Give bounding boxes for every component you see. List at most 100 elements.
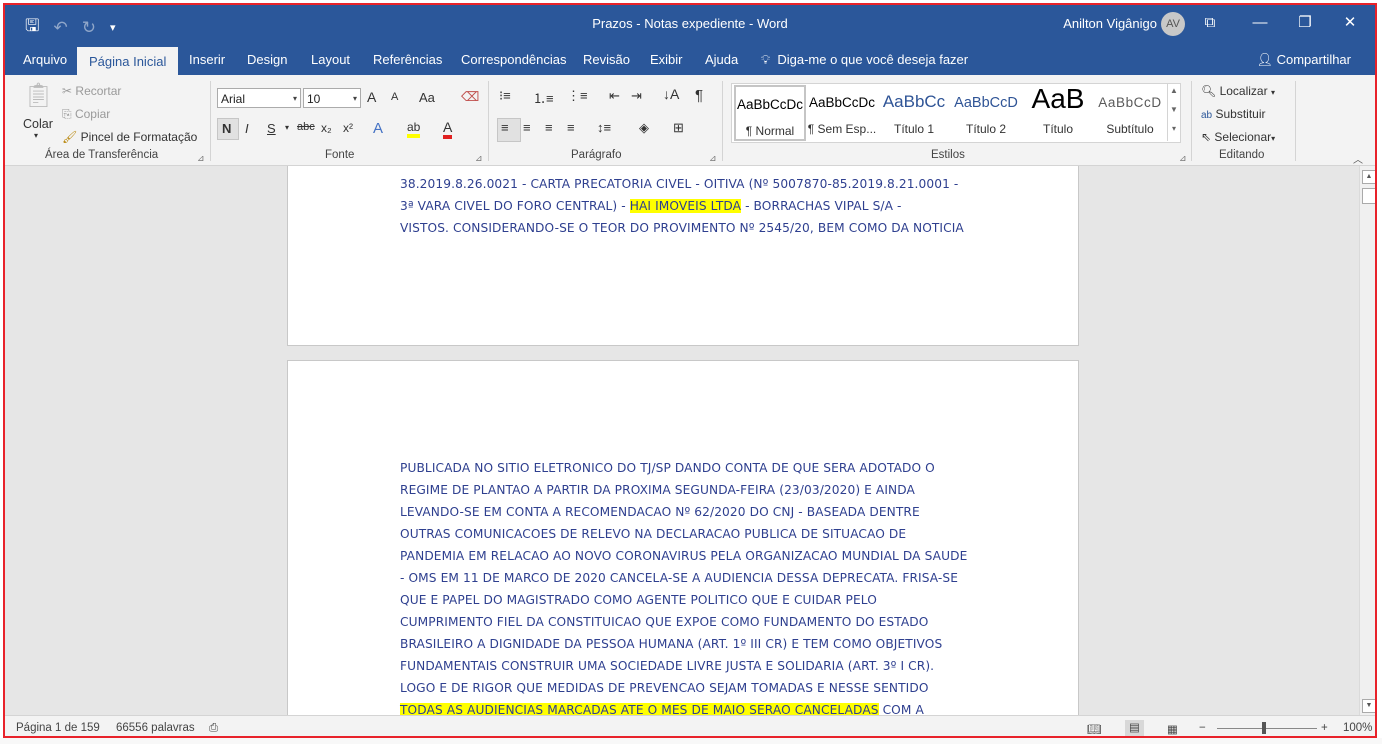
copy-button[interactable]: ⎘ Copiar (62, 107, 110, 122)
style-subtitulo[interactable]: AaBbCcD Subtítulo (1094, 85, 1166, 141)
decrease-indent-icon[interactable]: ⇤ (609, 88, 620, 104)
underline-dropdown-icon[interactable]: ▾ (285, 123, 289, 132)
gallery-up-icon[interactable]: ▲ (1168, 86, 1180, 95)
gallery-down-icon[interactable]: ▼ (1168, 105, 1180, 114)
line-spacing-icon[interactable]: ↕≡ (597, 120, 611, 135)
tab-inserir[interactable]: Inserir (187, 45, 227, 75)
avatar[interactable]: AV (1161, 12, 1185, 36)
select-button[interactable]: ⇖ Selecionar▾ (1201, 130, 1275, 144)
underline-button[interactable]: S (267, 121, 276, 136)
show-formatting-icon[interactable]: ¶ (695, 87, 703, 104)
style-titulo[interactable]: AaB Título (1022, 83, 1094, 141)
word-count[interactable]: 66556 palavras (116, 722, 195, 734)
styles-launcher-icon[interactable]: ⊿ (1179, 153, 1187, 164)
paste-dropdown-icon[interactable]: ▾ (34, 131, 38, 140)
zoom-slider-knob[interactable] (1262, 722, 1266, 734)
replace-button[interactable]: ab Substituir (1201, 107, 1266, 121)
clear-formatting-icon[interactable]: ⌫ (461, 89, 479, 105)
bullets-icon[interactable]: ⁝≡ (499, 88, 511, 104)
font-color-icon[interactable]: A (443, 119, 453, 139)
tab-layout[interactable]: Layout (309, 45, 352, 75)
tab-pagina-inicial[interactable]: Página Inicial (77, 47, 179, 77)
align-center-icon[interactable]: ≡ (523, 120, 531, 135)
paragraph-launcher-icon[interactable]: ⊿ (709, 153, 717, 164)
font-size-combo[interactable]: 10 ▾ (303, 88, 361, 108)
style-sem-espacamento[interactable]: AaBbCcDc ¶ Sem Esp... (806, 85, 878, 141)
scroll-up-icon[interactable]: ▲ (1362, 170, 1375, 184)
font-name-combo[interactable]: Arial ▾ (217, 88, 301, 108)
redo-icon[interactable]: ↻ (82, 18, 96, 38)
undo-icon[interactable]: ↶ (53, 18, 67, 38)
justify-icon[interactable]: ≡ (567, 120, 575, 135)
bold-button[interactable]: N (222, 121, 231, 136)
italic-button[interactable]: I (245, 121, 249, 136)
font-launcher-icon[interactable]: ⊿ (475, 153, 483, 164)
tab-exibir[interactable]: Exibir (648, 45, 685, 75)
numbering-icon[interactable]: ⒈≡ (533, 88, 554, 107)
tab-referencias[interactable]: Referências (371, 45, 444, 75)
style-normal[interactable]: AaBbCcDc ¶ Normal (734, 85, 806, 141)
text-effects-icon[interactable]: A (373, 120, 383, 137)
tab-correspondencias[interactable]: Correspondências (459, 45, 569, 75)
zoom-level[interactable]: 100% (1343, 722, 1372, 734)
tab-revisao[interactable]: Revisão (581, 45, 632, 75)
tab-arquivo[interactable]: Arquivo (21, 45, 69, 75)
web-layout-icon[interactable]: ▦ (1167, 722, 1178, 736)
strikethrough-button[interactable]: abc (297, 121, 315, 133)
page-count[interactable]: Página 1 de 159 (16, 722, 100, 734)
borders-icon[interactable]: ⊞ (673, 120, 684, 136)
clipboard-launcher-icon[interactable]: ⊿ (197, 153, 205, 164)
customize-qat-icon[interactable]: ▾ (110, 21, 116, 34)
change-case-icon[interactable]: Aa (419, 90, 435, 105)
find-dropdown-icon[interactable]: ▾ (1271, 88, 1275, 97)
page-text[interactable]: PUBLICADA NO SITIO ELETRONICO DO TJ/SP D… (400, 457, 980, 715)
styles-gallery-scroll[interactable]: ▲ ▼ ▾ (1167, 83, 1180, 141)
user-name[interactable]: Anilton Vigânigo (1063, 16, 1157, 31)
tab-design[interactable]: Design (245, 45, 289, 75)
document-area[interactable]: 38.2019.8.26.0021 - CARTA PRECATORIA CIV… (5, 166, 1359, 715)
paste-icon[interactable]: 📋︎ (23, 81, 53, 111)
zoom-slider[interactable] (1217, 728, 1317, 729)
format-painter-button[interactable]: 🖌︎ Pincel de Formatação (62, 130, 197, 144)
shading-icon[interactable]: ◈ (639, 120, 649, 136)
style-titulo-1[interactable]: AaBbCc Título 1 (878, 85, 950, 141)
shrink-font-icon[interactable]: A (391, 91, 398, 103)
collapse-ribbon-icon[interactable]: ︿ (1353, 151, 1363, 166)
align-right-icon[interactable]: ≡ (545, 120, 553, 135)
save-icon[interactable]: 🖫 (25, 13, 39, 42)
align-left-icon[interactable]: ≡ (501, 120, 509, 135)
vertical-scrollbar[interactable]: ▲ ▼ (1359, 166, 1375, 715)
find-button[interactable]: 🔍︎ Localizar ▾ (1201, 84, 1275, 98)
replace-icon: ab (1201, 110, 1213, 121)
style-titulo-2[interactable]: AaBbCcD Título 2 (950, 85, 1022, 141)
page[interactable]: 38.2019.8.26.0021 - CARTA PRECATORIA CIV… (287, 166, 1079, 346)
close-icon[interactable]: ✕ (1335, 11, 1365, 35)
scroll-down-icon[interactable]: ▼ (1362, 699, 1375, 713)
proofing-icon[interactable]: ⎙ (209, 722, 218, 735)
zoom-out-button[interactable]: − (1199, 722, 1206, 734)
superscript-button[interactable]: x² (343, 121, 353, 135)
minimize-icon[interactable]: — (1245, 11, 1275, 35)
page-text[interactable]: 38.2019.8.26.0021 - CARTA PRECATORIA CIV… (400, 173, 980, 239)
scroll-thumb[interactable] (1362, 188, 1375, 204)
gallery-more-icon[interactable]: ▾ (1168, 124, 1180, 133)
read-mode-icon[interactable]: 📖︎ (1087, 722, 1102, 736)
status-bar: Página 1 de 159 66556 palavras ⎙ 📖︎ ▤ ▦ … (5, 715, 1375, 736)
share-button[interactable]: 👤︎ Compartilhar (1256, 45, 1351, 75)
select-dropdown-icon[interactable]: ▾ (1271, 134, 1275, 143)
increase-indent-icon[interactable]: ⇥ (631, 88, 642, 104)
print-layout-icon[interactable]: ▤ (1125, 720, 1144, 736)
restore-icon[interactable]: ❐ (1290, 11, 1320, 35)
subscript-button[interactable]: x₂ (321, 121, 332, 135)
tell-me-box[interactable]: 💡︎ Diga-me o que você deseja fazer (761, 45, 968, 75)
ribbon-display-options-icon[interactable]: ⧉ (1195, 11, 1225, 35)
paste-button[interactable]: Colar (23, 117, 53, 131)
zoom-in-button[interactable]: + (1321, 722, 1328, 734)
multilevel-list-icon[interactable]: ⋮≡ (567, 88, 588, 104)
grow-font-icon[interactable]: A (367, 89, 376, 105)
page[interactable]: PUBLICADA NO SITIO ELETRONICO DO TJ/SP D… (287, 360, 1079, 715)
tab-ajuda[interactable]: Ajuda (703, 45, 740, 75)
cut-button[interactable]: ✂ Recortar (62, 84, 121, 98)
sort-icon[interactable]: ↓A (663, 86, 679, 102)
highlight-color-icon[interactable]: ab (407, 120, 421, 138)
